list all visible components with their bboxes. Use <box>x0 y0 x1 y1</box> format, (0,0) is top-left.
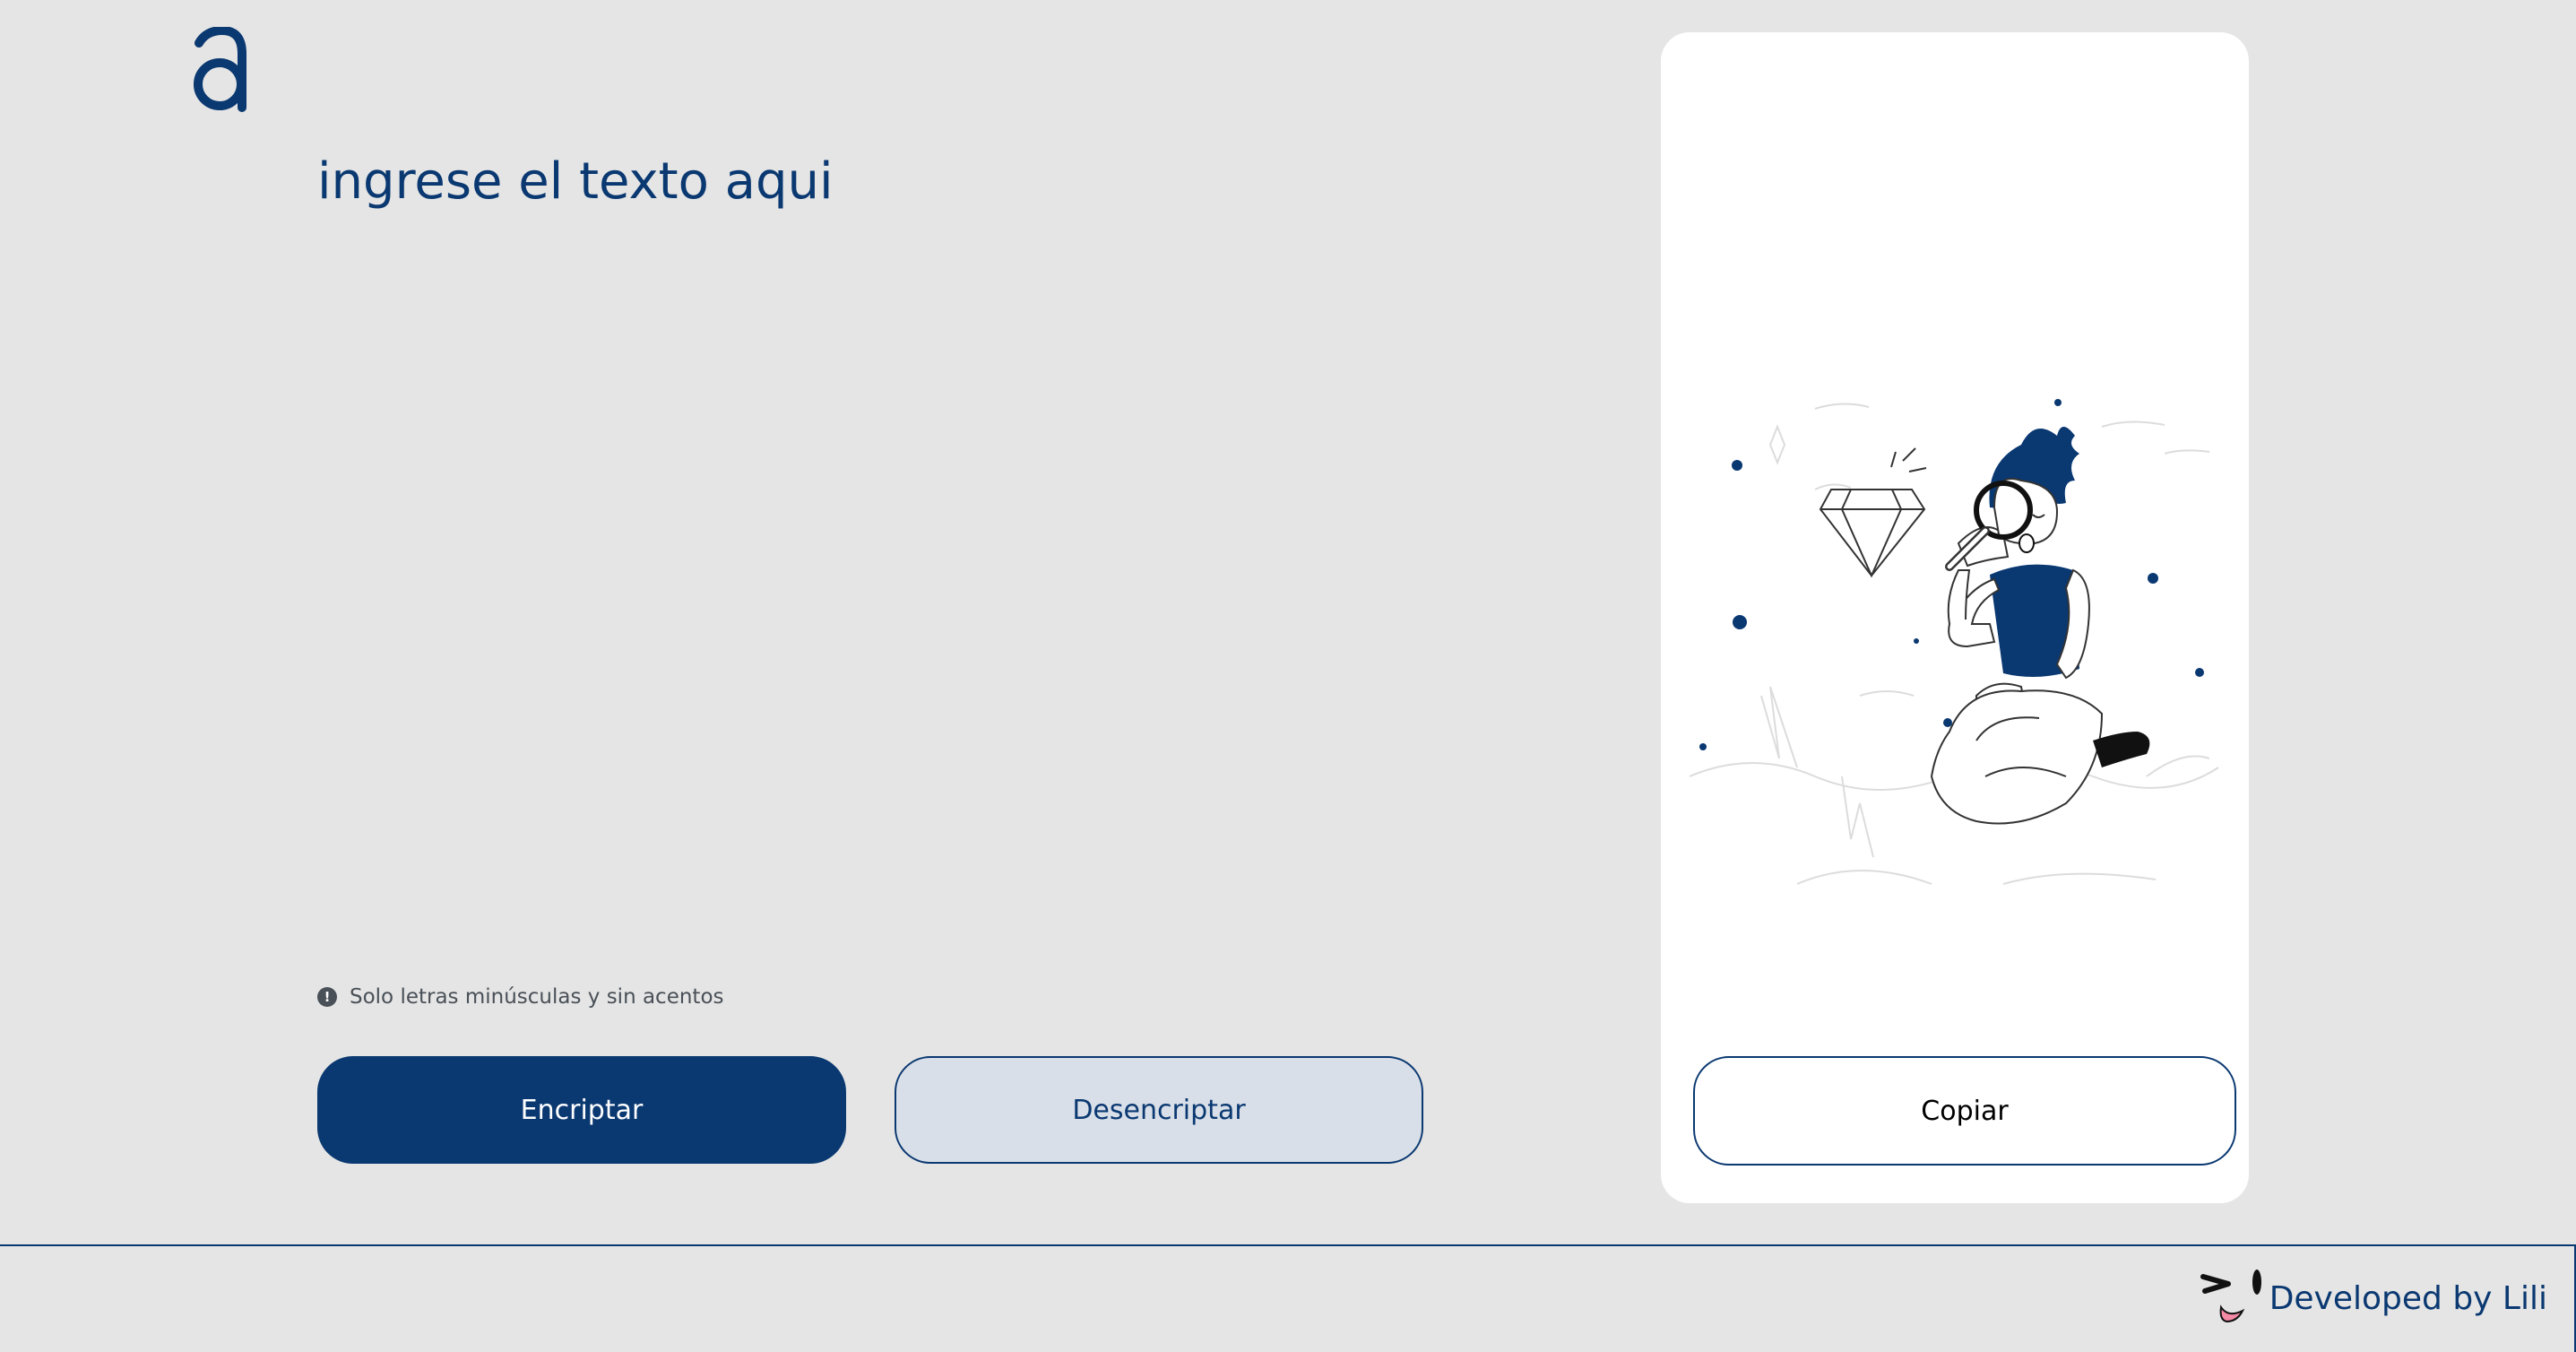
hint-text: Solo letras minúsculas y sin acentos <box>350 985 724 1009</box>
exclamation-circle-icon: ! <box>317 987 337 1007</box>
decrypt-button[interactable]: Desencriptar <box>895 1056 1423 1164</box>
person-magnifying-diamond-illustration <box>1689 399 2219 885</box>
alura-logo-icon <box>194 27 246 112</box>
footer: Developed by Lili <box>0 1244 2576 1352</box>
input-hint: ! Solo letras minúsculas y sin acentos <box>317 983 724 1011</box>
winking-face-icon <box>2200 1270 2261 1323</box>
text-input[interactable] <box>317 152 1420 941</box>
page: ! Solo letras minúsculas y sin acentos E… <box>0 0 2576 1352</box>
developer-credit: Developed by Lili <box>2269 1280 2547 1317</box>
output-panel: Copiar <box>1661 32 2249 1203</box>
encrypt-button[interactable]: Encriptar <box>317 1056 846 1164</box>
copy-button[interactable]: Copiar <box>1693 1056 2236 1166</box>
